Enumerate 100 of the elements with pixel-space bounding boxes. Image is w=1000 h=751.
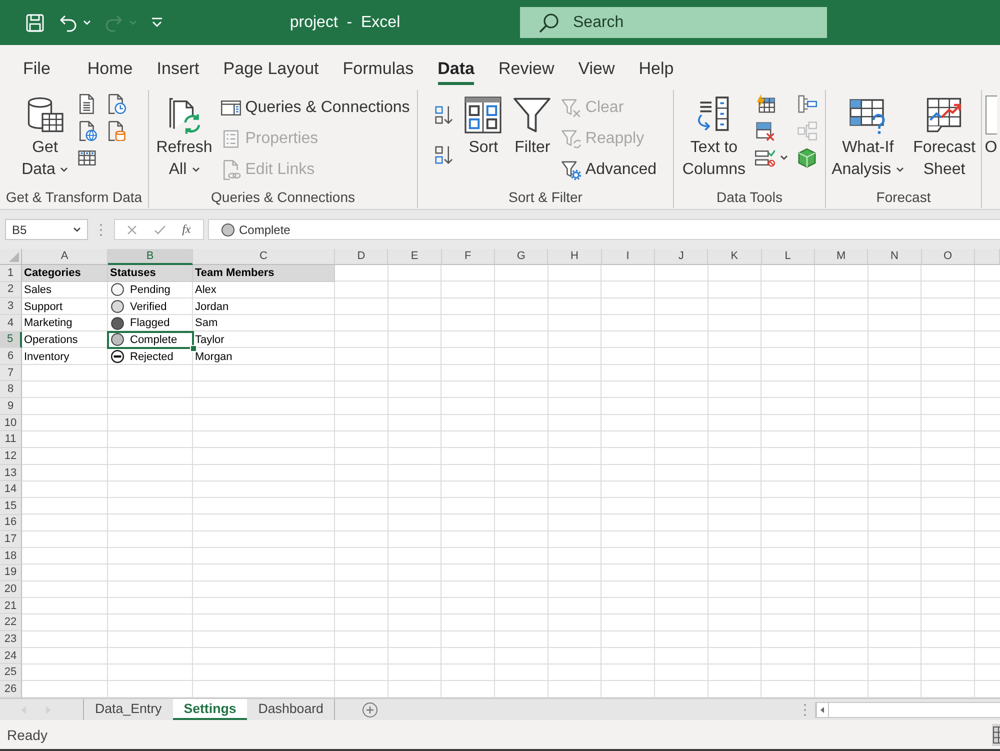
ribbon-button[interactable]: Filter xyxy=(510,90,554,189)
table-x-icon[interactable] xyxy=(754,120,775,140)
row-header[interactable]: 17 xyxy=(0,531,22,548)
column-header[interactable]: M xyxy=(814,249,868,265)
status-text: Pending xyxy=(130,284,170,296)
column-header[interactable]: F xyxy=(442,249,495,265)
row-header[interactable]: 21 xyxy=(0,598,22,614)
row-header[interactable]: 5 xyxy=(0,332,22,348)
splitter-handle-icon[interactable] xyxy=(99,223,103,237)
ribbon-tab[interactable]: View xyxy=(578,54,615,85)
linked-boxes-icon[interactable] xyxy=(796,94,817,114)
row-header[interactable]: 22 xyxy=(0,614,22,632)
column-header[interactable]: I xyxy=(602,249,655,265)
triangle-icon xyxy=(9,252,19,262)
row-header[interactable]: 2 xyxy=(0,282,22,298)
save-icon[interactable] xyxy=(25,12,45,32)
column-header[interactable]: D xyxy=(335,249,388,265)
row-header[interactable]: 20 xyxy=(0,581,22,598)
scroll-left-icon[interactable] xyxy=(816,702,829,718)
column-header[interactable]: B xyxy=(108,249,193,265)
sheet-tab[interactable]: Settings xyxy=(172,699,248,720)
file-clock-icon[interactable] xyxy=(106,94,126,114)
table-cell-text: Jordan xyxy=(194,300,230,315)
enter-icon[interactable] xyxy=(154,224,166,234)
row-header[interactable]: 25 xyxy=(0,664,22,682)
ribbon-button[interactable]: What-If Analysis xyxy=(830,90,906,189)
row-header[interactable]: 1 xyxy=(0,265,22,282)
formula-input[interactable]: Complete xyxy=(208,219,1000,240)
sort-descending-icon[interactable] xyxy=(434,144,454,164)
row-header[interactable]: 13 xyxy=(0,464,22,482)
ribbon-tab[interactable]: Page Layout xyxy=(223,54,319,85)
selected-cell[interactable]: Complete xyxy=(108,332,193,348)
cube-icon[interactable] xyxy=(796,148,817,168)
undo-button[interactable] xyxy=(59,14,91,32)
status-text: Complete xyxy=(130,334,178,346)
row-header[interactable]: 19 xyxy=(0,564,22,582)
column-header[interactable]: H xyxy=(548,249,602,265)
ribbon-button[interactable]: Refresh All xyxy=(154,90,214,189)
file-database-icon[interactable] xyxy=(106,120,126,140)
row-header[interactable]: 15 xyxy=(0,498,22,515)
row-header[interactable]: 24 xyxy=(0,648,22,664)
row-header[interactable]: 23 xyxy=(0,631,22,648)
pane-icon xyxy=(221,98,242,118)
ribbon-tab[interactable]: Help xyxy=(638,54,674,85)
row-header[interactable]: 8 xyxy=(0,381,22,398)
row-header[interactable]: 4 xyxy=(0,314,22,332)
column-header[interactable]: G xyxy=(494,249,548,265)
ribbon-tab[interactable]: Data xyxy=(438,54,474,85)
cancel-icon[interactable] xyxy=(127,224,138,234)
row-header[interactable]: 3 xyxy=(0,298,22,315)
sort-ascending-icon[interactable] xyxy=(434,104,454,124)
row-header[interactable]: 26 xyxy=(0,681,22,698)
checklist-icon xyxy=(754,148,775,168)
group-label: Data Tools xyxy=(716,189,784,207)
caret-icon xyxy=(73,227,81,232)
add-sheet-icon[interactable] xyxy=(362,702,378,718)
row-header[interactable]: 14 xyxy=(0,481,22,498)
column-header[interactable]: C xyxy=(193,249,335,265)
name-box[interactable]: B5 xyxy=(5,219,88,240)
splitter-handle-icon[interactable] xyxy=(803,702,807,716)
row-header[interactable]: 12 xyxy=(0,448,22,465)
window-title: project - Excel xyxy=(288,14,402,32)
ribbon-button[interactable]: O xyxy=(982,90,1000,208)
ribbon-tab[interactable]: File xyxy=(23,54,50,85)
ribbon-button[interactable]: Forecast Sheet xyxy=(911,90,978,189)
column-header[interactable]: A xyxy=(22,249,108,265)
fill-handle[interactable] xyxy=(190,345,197,352)
web-file-icon[interactable] xyxy=(77,120,98,140)
column-header[interactable]: J xyxy=(654,249,708,265)
ribbon-button[interactable]: Advanced xyxy=(559,154,659,185)
sheet-tab[interactable]: Dashboard xyxy=(247,699,334,720)
ribbon-tab[interactable]: Formulas xyxy=(342,54,414,85)
customize-icon[interactable] xyxy=(151,17,163,28)
row-header[interactable]: 11 xyxy=(0,431,22,448)
ribbon-button[interactable]: Sort xyxy=(461,90,506,189)
ribbon-tab[interactable]: Review xyxy=(498,54,554,85)
ribbon-button[interactable]: Queries & Connections xyxy=(219,92,412,123)
column-header[interactable]: O xyxy=(922,249,975,265)
row-header[interactable]: 6 xyxy=(0,348,22,365)
sheet-tab[interactable]: Data_Entry xyxy=(84,699,173,720)
column-header[interactable]: E xyxy=(388,249,442,265)
column-header[interactable]: K xyxy=(708,249,762,265)
lightning-table-icon[interactable] xyxy=(754,94,775,114)
row-header[interactable]: 10 xyxy=(0,414,22,432)
search-field[interactable]: Search xyxy=(520,7,827,38)
row-header[interactable]: 9 xyxy=(0,398,22,415)
column-header[interactable]: N xyxy=(868,249,922,265)
status-text: Flagged xyxy=(130,317,170,330)
row-header[interactable]: 7 xyxy=(0,364,22,382)
row-header[interactable]: 16 xyxy=(0,514,22,532)
table-icon[interactable] xyxy=(77,148,98,168)
column-header[interactable]: L xyxy=(762,249,815,265)
normal-view-icon[interactable] xyxy=(992,724,1000,746)
ribbon-button[interactable]: Text to Columns xyxy=(680,90,748,189)
ribbon-tab[interactable]: Insert xyxy=(156,54,200,85)
row-header[interactable]: 18 xyxy=(0,548,22,565)
ribbon-tab[interactable]: Home xyxy=(87,54,133,85)
ribbon-button[interactable]: Get Data xyxy=(20,90,70,189)
horizontal-scrollbar[interactable] xyxy=(815,702,1000,718)
insert-function-button[interactable]: fx xyxy=(182,222,191,237)
